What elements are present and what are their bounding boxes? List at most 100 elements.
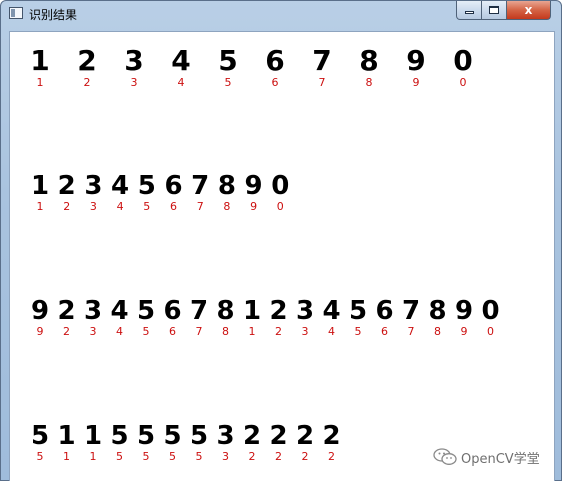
digit-label: 2 [83,76,91,89]
digit-cell: 22 [267,423,291,462]
recognized-digit: 9 [406,44,426,77]
digit-label: 2 [275,325,282,338]
recognized-digit: 5 [30,421,50,451]
digit-label: 5 [143,200,151,213]
digit-cell: 55 [135,173,159,212]
digit-cell: 66 [162,173,186,212]
digit-cell: 22 [55,298,79,337]
digit-cell: 77 [310,47,334,89]
recognized-digit: 0 [453,44,473,77]
digit-cell: 22 [320,423,344,462]
recognized-digit: 5 [163,421,182,451]
recognized-digit: 1 [30,44,50,77]
digit-cell: 00 [268,173,292,212]
window-icon[interactable] [9,7,23,19]
digit-label: 1 [89,450,97,463]
digit-label: 6 [381,325,388,338]
digit-cell: 55 [216,44,240,89]
recognized-digit: 5 [189,421,209,451]
digit-label: 8 [222,325,229,338]
digit-label: 8 [434,325,441,338]
digit-cell: 11 [55,423,79,462]
title-bar[interactable]: 识别结果 x [1,1,561,27]
recognized-digit: 9 [454,296,474,326]
recognized-digit: 0 [271,171,290,201]
digit-label: 7 [195,325,203,338]
digit-label: 9 [412,76,420,89]
digit-cell: 00 [451,44,475,89]
recognized-digit: 2 [57,296,76,326]
recognized-digit: 8 [217,171,236,201]
digit-cell: 44 [169,44,193,89]
digit-cell: 55 [134,423,158,462]
minimize-button[interactable] [456,1,482,20]
maximize-button[interactable] [481,1,507,20]
close-icon: x [524,3,533,17]
recognized-digit: 6 [375,296,394,326]
recognized-digit: 9 [30,296,50,326]
recognized-digit: 4 [171,44,191,77]
recognized-digit: 8 [359,44,379,77]
digit-cell: 33 [214,423,238,462]
digit-cell: 22 [55,173,79,212]
recognized-digit: 1 [57,421,76,451]
watermark-text: OpenCV学堂 [461,451,540,467]
digit-cell: 55 [28,423,52,462]
digit-cell: 33 [81,298,105,337]
digit-cell: 88 [215,173,239,212]
digit-label: 2 [248,450,256,463]
digit-label: 0 [276,200,284,213]
digit-label: 5 [142,325,150,338]
window-title: 识别结果 [29,8,78,22]
digit-cell: 99 [404,44,428,89]
recognized-digit: 1 [83,421,103,451]
digit-row-2: 11223344556677889900 [10,173,554,233]
maximize-icon [489,6,499,14]
digit-cell: 99 [28,298,52,337]
digit-label: 1 [36,200,44,213]
digit-label: 9 [250,200,258,213]
digit-cell: 44 [108,173,132,212]
recognized-digit: 3 [83,296,103,326]
digit-cell: 44 [108,298,132,337]
digit-label: 7 [318,76,326,89]
recognized-digit: 5 [218,44,238,77]
digit-cell: 66 [161,298,185,337]
digit-label: 4 [328,325,335,338]
digit-cell: 33 [81,173,105,212]
recognized-digit: 5 [137,171,156,201]
digit-cell: 22 [293,423,317,462]
digit-label: 4 [116,200,124,213]
digit-label: 2 [63,325,70,338]
digit-cell: 11 [81,423,105,462]
recognized-digit: 5 [136,296,156,326]
digit-row-1: 11223344556677889900 [10,47,554,107]
digit-label: 6 [271,76,279,89]
recognized-digit: 9 [244,171,263,201]
recognized-digit: 3 [124,44,144,77]
recognized-digit: 2 [242,421,262,451]
recognized-digit: 8 [216,296,235,326]
result-canvas: 11223344556677889900 1122334455667788990… [9,31,555,481]
digit-label: 5 [116,450,123,463]
digit-label: 1 [248,325,256,338]
recognized-digit: 3 [216,421,235,451]
recognized-digit: 1 [30,171,50,201]
recognized-digit: 2 [57,171,76,201]
digit-cell: 55 [134,298,158,337]
digit-cell: 55 [161,423,185,462]
close-button[interactable]: x [506,1,551,20]
digit-label: 0 [459,76,467,89]
digit-cell: 11 [28,44,52,89]
recognized-digit: 7 [189,296,209,326]
watermark: OpenCV学堂 [433,447,540,467]
digit-label: 4 [116,325,123,338]
digit-cell: 44 [320,298,344,337]
digit-label: 2 [63,200,71,213]
digit-cell: 88 [214,298,238,337]
recognized-digit: 4 [111,171,130,201]
digit-cell: 66 [373,298,397,337]
digit-cell: 11 [28,173,52,212]
digit-label: 5 [169,450,176,463]
digit-cell: 66 [263,47,287,89]
